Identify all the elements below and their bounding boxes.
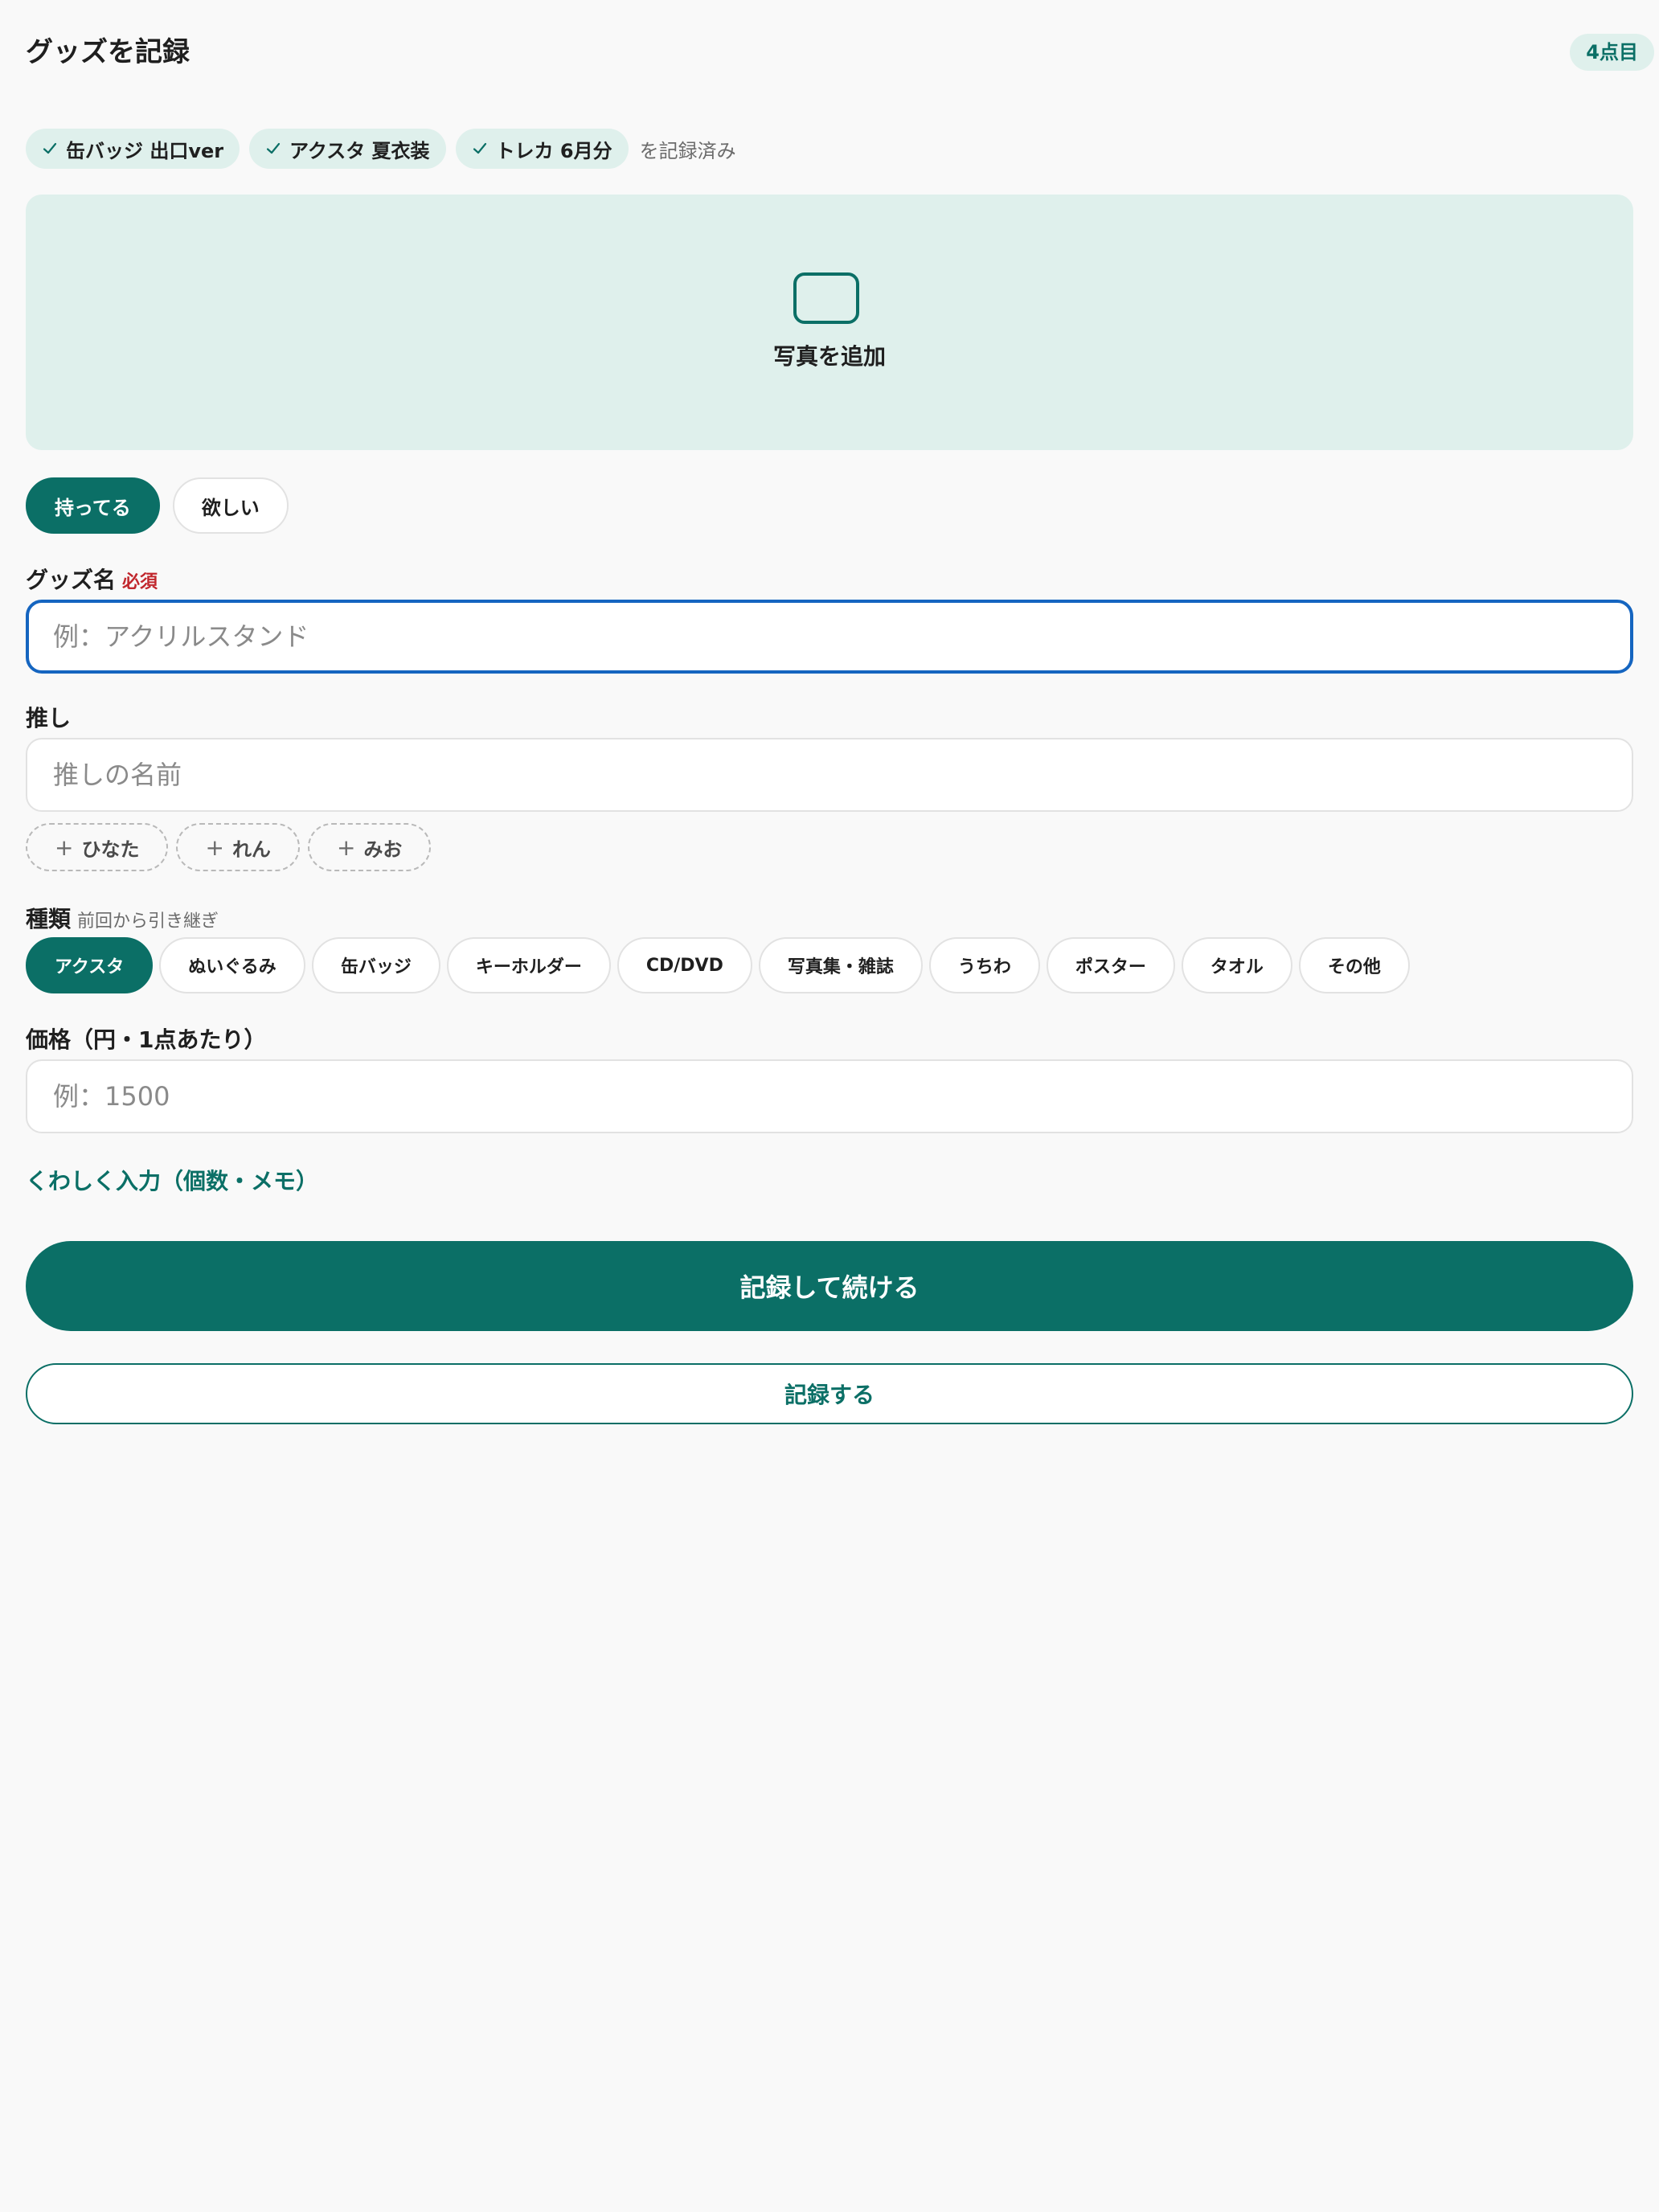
plus-icon: + [205,834,224,861]
recorded-chip-label: トレカ 6月分 [495,139,612,162]
category-chip[interactable]: CD/DVD [616,937,752,993]
recorded-chip: トレカ 6月分 [455,129,629,169]
plus-icon: + [55,834,74,861]
category-label-text: 種類 [26,906,72,932]
category-chip[interactable]: 缶バッジ [311,937,440,993]
count-badge: 4点目 [1570,34,1654,71]
camera-icon [793,272,859,324]
ownership-toggle: 持ってる 欲しい [26,477,289,534]
add-photo-area[interactable]: 写真を追加 [26,195,1633,450]
save-and-continue-button[interactable]: 記録して続ける [26,1241,1633,1331]
oshi-suggestion-label: みお [363,838,403,861]
oshi-suggestions: + ひなた + れん + みお [26,823,432,871]
oshi-suggestion-label: ひなた [81,838,140,861]
recorded-suffix: を記録済み [639,139,736,162]
header: グッズを記録 4点目 [26,31,1654,74]
category-chip[interactable]: ぬいぐるみ [159,937,305,993]
category-chip[interactable]: キーホルダー [446,937,611,993]
category-chip[interactable]: 写真集・雑誌 [758,937,923,993]
category-chip[interactable]: うちわ [928,937,1040,993]
price-input[interactable] [26,1059,1633,1133]
category-chip[interactable]: その他 [1298,937,1410,993]
price-label: 価格（円・1点あたり） [26,1026,267,1053]
status-want-button[interactable]: 欲しい [172,477,289,534]
goods-name-label-text: グッズ名 [26,567,117,593]
add-photo-label: 写真を追加 [772,343,886,370]
category-chips: アクスタ ぬいぐるみ 缶バッジ キーホルダー CD/DVD 写真集・雑誌 うちわ… [26,937,1410,993]
status-have-button[interactable]: 持ってる [26,477,160,534]
recorded-chip: アクスタ 夏衣装 [249,129,446,169]
required-mark: 必須 [122,572,158,592]
oshi-suggestion-chip[interactable]: + みお [307,823,432,871]
page-title: グッズを記録 [26,36,190,68]
plus-icon: + [336,834,356,861]
recorded-chip-label: アクスタ 夏衣装 [289,139,430,162]
check-icon [473,142,486,154]
check-icon [267,142,281,154]
category-label: 種類 前回から引き継ぎ [26,902,219,934]
category-hint: 前回から引き継ぎ [77,911,219,932]
category-chip[interactable]: ポスター [1046,937,1175,993]
recorded-chip: 缶バッジ 出口ver [26,129,240,169]
goods-name-input[interactable] [26,600,1633,674]
oshi-label: 推し [26,705,72,731]
details-link[interactable]: くわしく入力（個数・メモ） [26,1164,318,1196]
oshi-suggestion-label: れん [231,838,271,861]
check-icon [43,142,57,154]
goods-name-label: グッズ名 必須 [26,563,158,595]
category-chip[interactable]: アクスタ [26,937,154,993]
category-chip[interactable]: タオル [1181,937,1292,993]
oshi-suggestion-chip[interactable]: + れん [176,823,300,871]
oshi-input[interactable] [26,738,1633,812]
save-button[interactable]: 記録する [26,1363,1633,1424]
recorded-chip-label: 缶バッジ 出口ver [66,139,224,162]
recorded-items-row: 缶バッジ 出口ver アクスタ 夏衣装 トレカ 6月分 を記録済み [26,129,736,169]
oshi-suggestion-chip[interactable]: + ひなた [26,823,169,871]
